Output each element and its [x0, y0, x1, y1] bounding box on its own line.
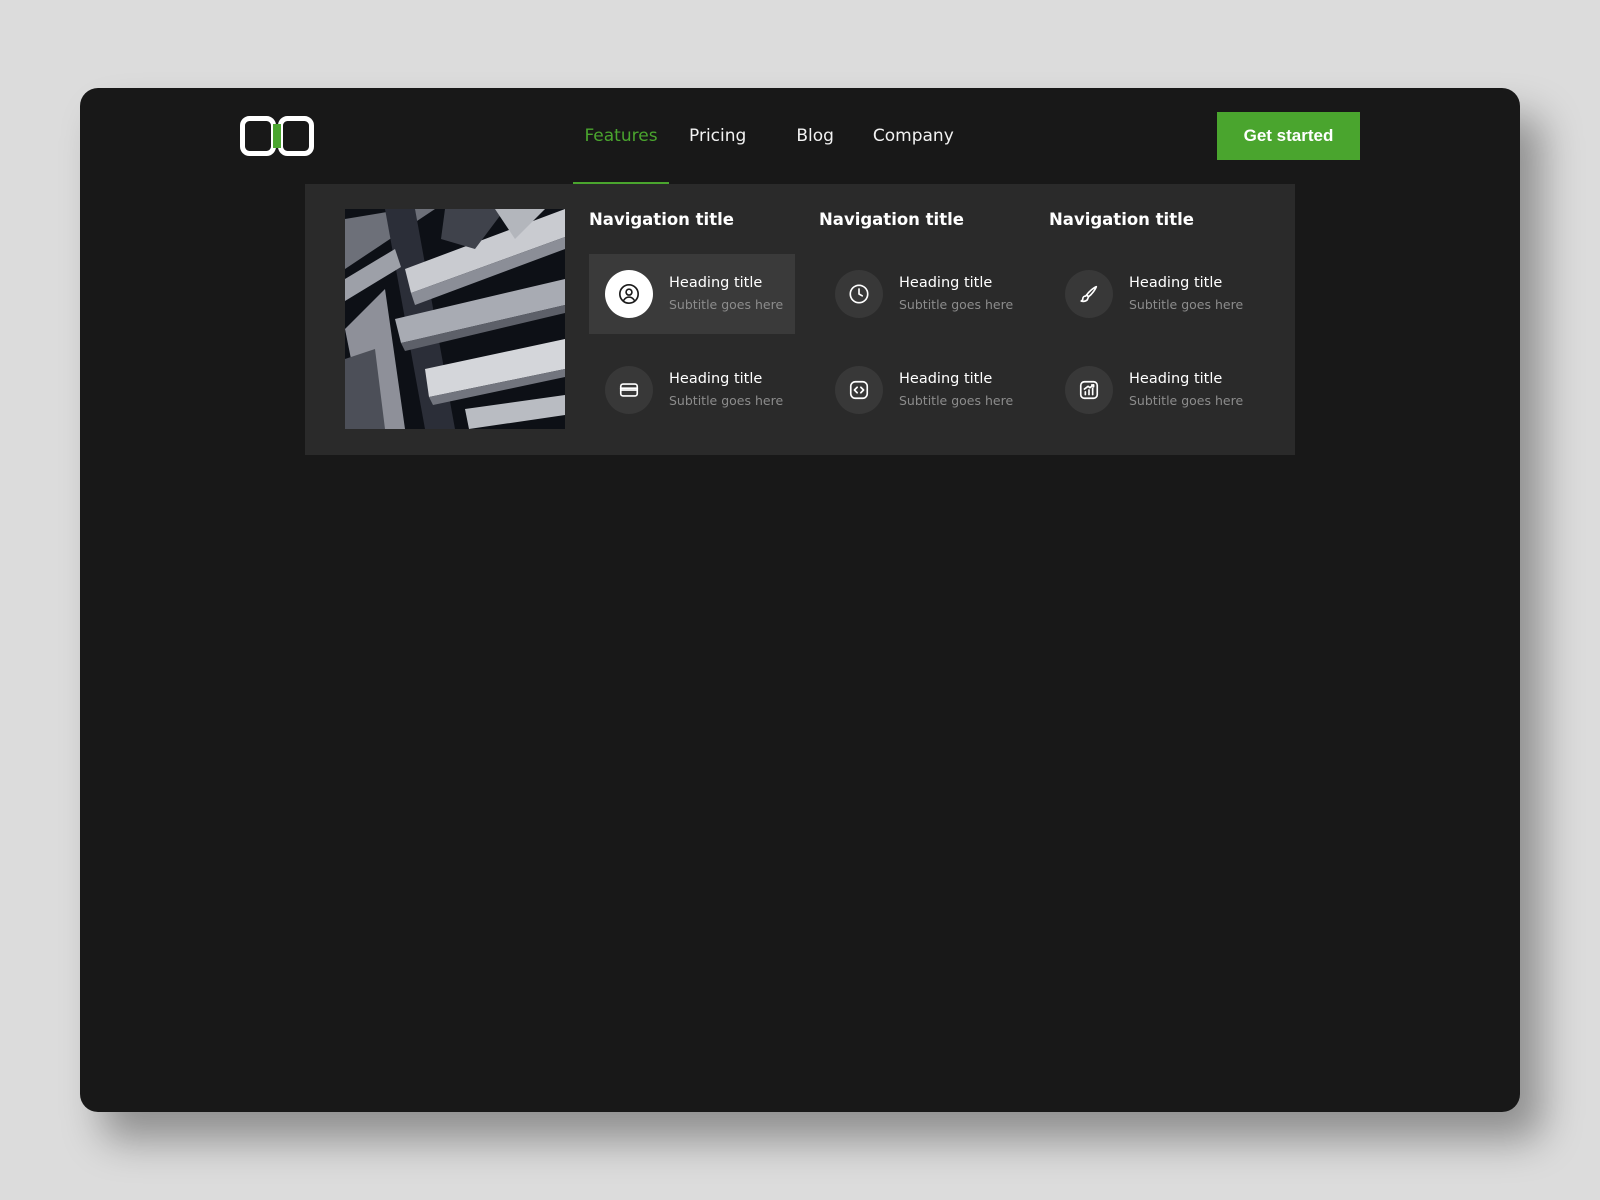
menu-item[interactable]: Heading title Subtitle goes here [819, 350, 1025, 430]
main-nav: Features Pricing Blog Company [573, 88, 966, 184]
menu-item-text: Heading title Subtitle goes here [1129, 273, 1243, 315]
menu-item-subtitle: Subtitle goes here [899, 393, 1014, 408]
logo-icon[interactable] [240, 116, 314, 156]
code-icon [835, 366, 883, 414]
menu-item-heading: Heading title [669, 275, 763, 291]
nav-company-label: Company [872, 126, 954, 146]
menu-item-heading: Heading title [669, 371, 763, 387]
column-title: Navigation title [1049, 210, 1194, 229]
menu-item-text: Heading title Subtitle goes here [669, 273, 783, 315]
menu-item[interactable]: Heading title Subtitle goes here [589, 350, 795, 430]
brush-icon [1065, 270, 1113, 318]
nav-pricing-label: Pricing [689, 126, 747, 146]
menu-item-subtitle: Subtitle goes here [669, 297, 784, 312]
features-mega-menu: Navigation title Heading title Subtitle … [305, 184, 1295, 455]
menu-item-heading: Heading title [899, 275, 993, 291]
nav-blog[interactable]: Blog [784, 88, 846, 184]
user-circle-icon [605, 270, 653, 318]
menu-item-heading: Heading title [1129, 371, 1223, 387]
menu-item[interactable]: Heading title Subtitle goes here [1049, 350, 1255, 430]
menu-item[interactable]: Heading title Subtitle goes here [589, 254, 795, 334]
column-title: Navigation title [589, 210, 734, 229]
column-title: Navigation title [819, 210, 964, 229]
nav-pricing[interactable]: Pricing [677, 88, 758, 184]
menu-item-subtitle: Subtitle goes here [1129, 393, 1244, 408]
menu-item-text: Heading title Subtitle goes here [899, 369, 1013, 411]
menu-item-subtitle: Subtitle goes here [899, 297, 1014, 312]
menu-item-heading: Heading title [1129, 275, 1223, 291]
get-started-button[interactable]: Get started [1217, 112, 1360, 160]
clock-icon [835, 270, 883, 318]
menu-item-heading: Heading title [899, 371, 993, 387]
menu-item-text: Heading title Subtitle goes here [1129, 369, 1243, 411]
menu-item-subtitle: Subtitle goes here [1129, 297, 1244, 312]
nav-company[interactable]: Company [861, 88, 966, 184]
app-window: Features Pricing Blog Company Get starte… [80, 88, 1520, 1112]
abstract-architecture-image [345, 209, 565, 429]
nav-features[interactable]: Features [573, 88, 669, 184]
nav-column-1: Navigation title Heading title Subtitle … [589, 209, 795, 414]
site-header: Features Pricing Blog Company Get starte… [80, 88, 1520, 184]
nav-column-3: Navigation title Heading title Subtitle … [1049, 209, 1255, 414]
menu-item[interactable]: Heading title Subtitle goes here [819, 254, 1025, 334]
nav-column-2: Navigation title Heading title Subtitle … [819, 209, 1025, 414]
chart-icon [1065, 366, 1113, 414]
menu-item-subtitle: Subtitle goes here [669, 393, 784, 408]
nav-blog-label: Blog [796, 126, 834, 146]
menu-item-text: Heading title Subtitle goes here [899, 273, 1013, 315]
credit-card-icon [605, 366, 653, 414]
menu-item[interactable]: Heading title Subtitle goes here [1049, 254, 1255, 334]
menu-item-text: Heading title Subtitle goes here [669, 369, 783, 411]
nav-features-label: Features [584, 126, 658, 146]
